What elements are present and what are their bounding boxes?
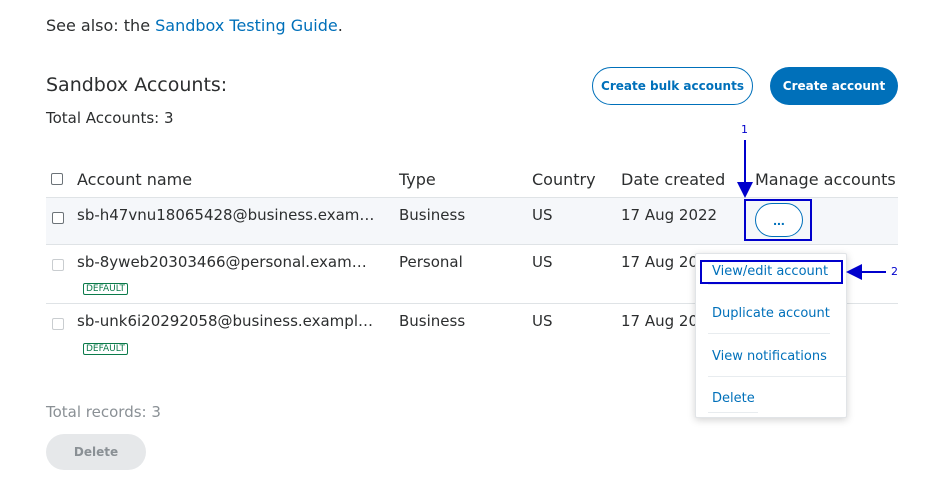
- column-header-account-name: Account name: [77, 170, 193, 189]
- menu-item-view-notifications[interactable]: View notifications: [712, 349, 827, 364]
- total-records: Total records: 3: [46, 403, 161, 421]
- total-accounts: Total Accounts: 3: [46, 109, 174, 127]
- menu-divider: [708, 284, 830, 285]
- column-header-manage-accounts: Manage accounts: [755, 170, 896, 189]
- see-also-suffix: .: [337, 16, 343, 35]
- default-badge: DEFAULT: [83, 283, 128, 295]
- annotation-number-2: 2: [891, 265, 898, 278]
- annotation-box-2: [700, 260, 843, 284]
- column-header-type: Type: [399, 170, 436, 189]
- account-date-created: 17 Aug 20: [621, 312, 698, 330]
- menu-divider: [708, 376, 846, 377]
- row-divider: [46, 244, 898, 245]
- section-title: Sandbox Accounts:: [46, 74, 228, 96]
- column-header-country: Country: [532, 170, 596, 189]
- sandbox-testing-guide-link[interactable]: Sandbox Testing Guide: [155, 16, 338, 35]
- menu-item-duplicate-account[interactable]: Duplicate account: [712, 306, 830, 321]
- account-name: sb-unk6i20292058@business.exampl…: [77, 312, 373, 330]
- see-also-text: See also: the Sandbox Testing Guide.: [46, 16, 343, 35]
- account-date-created: 17 Aug 20: [621, 253, 698, 271]
- account-country: US: [532, 253, 553, 271]
- create-bulk-accounts-button[interactable]: Create bulk accounts: [592, 67, 753, 105]
- select-all-checkbox[interactable]: [51, 173, 63, 185]
- annotation-number-1: 1: [741, 123, 748, 136]
- row-checkbox: [52, 318, 64, 330]
- menu-divider: [708, 412, 758, 413]
- account-type: Business: [399, 206, 466, 224]
- row-checkbox: [52, 259, 64, 271]
- account-name: sb-h47vnu18065428@business.exam…: [77, 206, 375, 224]
- account-date-created: 17 Aug 2022: [621, 206, 718, 224]
- account-type: Business: [399, 312, 466, 330]
- account-country: US: [532, 206, 553, 224]
- default-badge: DEFAULT: [83, 343, 128, 355]
- delete-button[interactable]: Delete: [46, 434, 146, 470]
- menu-item-delete[interactable]: Delete: [712, 391, 755, 406]
- row-divider: [46, 197, 898, 198]
- create-account-button[interactable]: Create account: [770, 67, 898, 105]
- annotation-box-1: [744, 199, 812, 241]
- account-country: US: [532, 312, 553, 330]
- column-header-date-created: Date created: [621, 170, 726, 189]
- account-type: Personal: [399, 253, 463, 271]
- see-also-prefix: See also: the: [46, 16, 156, 35]
- menu-divider: [708, 333, 830, 334]
- row-checkbox[interactable]: [52, 212, 64, 224]
- account-name: sb-8yweb20303466@personal.exam…: [77, 253, 367, 271]
